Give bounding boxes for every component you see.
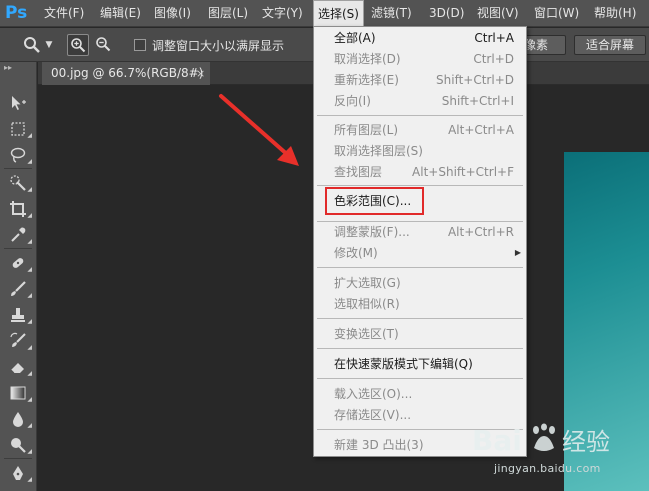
tool-separator: [4, 248, 32, 249]
menu-item-reselect[interactable]: 重新选择(E) Shift+Ctrl+D: [314, 70, 526, 90]
select-menu-dropdown: 全部(A) Ctrl+A 取消选择(D) Ctrl+D 重新选择(E) Shift+C…: [313, 26, 527, 457]
svg-text:Bai: Bai: [472, 424, 522, 457]
menu-window[interactable]: 窗口(W): [530, 0, 583, 27]
menu-separator: [317, 185, 523, 186]
menu-item-deselect-layers[interactable]: 取消选择图层(S): [314, 141, 526, 161]
baidu-watermark-logo: Bai 经验: [472, 423, 610, 457]
tool-group-corner-icon: ◢: [27, 318, 32, 325]
zoom-tool-icon[interactable]: [18, 34, 46, 56]
blur-tool-icon[interactable]: ◢: [6, 408, 32, 430]
menu-item-similar[interactable]: 选取相似(R): [314, 294, 526, 314]
menu-bar: Ps 文件(F) 编辑(E) 图像(I) 图层(L) 文字(Y) 选择(S) 滤…: [0, 0, 649, 27]
tool-group-corner-icon: ◢: [27, 292, 32, 299]
crop-tool-icon[interactable]: ◢: [6, 198, 32, 220]
chevron-down-icon[interactable]: ▼: [44, 34, 54, 56]
menu-item-load-selection[interactable]: 载入选区(O)...: [314, 384, 526, 404]
menu-type[interactable]: 文字(Y): [258, 0, 307, 27]
tool-group-corner-icon: ◢: [27, 132, 32, 139]
tool-group-corner-icon: ◢: [27, 448, 32, 455]
menu-separator: [317, 348, 523, 349]
menu-item-quick-mask[interactable]: 在快速蒙版模式下编辑(Q): [314, 354, 526, 374]
quick-selection-tool-icon[interactable]: ◢: [6, 172, 32, 194]
menu-view[interactable]: 视图(V): [473, 0, 523, 27]
menu-edit[interactable]: 编辑(E): [96, 0, 145, 27]
menu-help[interactable]: 帮助(H): [590, 0, 640, 27]
resize-windows-label: 调整窗口大小以满屏显示: [152, 39, 285, 53]
submenu-arrow-icon: ▶: [514, 248, 521, 257]
tool-group-corner-icon: ◢: [27, 238, 32, 245]
zoom-out-button[interactable]: [92, 34, 114, 56]
menu-item-all-layers[interactable]: 所有图层(L) Alt+Ctrl+A: [314, 120, 526, 140]
document-tab[interactable]: 00.jpg @ 66.7%(RGB/8#) ×: [42, 62, 210, 85]
tool-group-corner-icon: ◢: [27, 476, 32, 483]
annotation-arrow-icon: [219, 94, 299, 166]
tool-group-corner-icon: ◢: [27, 212, 32, 219]
menu-layer[interactable]: 图层(L): [204, 0, 252, 27]
zoom-in-button[interactable]: [67, 34, 89, 56]
menu-separator: [317, 378, 523, 379]
healing-brush-tool-icon[interactable]: ◢: [6, 252, 32, 274]
watermark-url: jingyan.baidu.com: [494, 462, 601, 475]
menu-item-grow[interactable]: 扩大选取(G): [314, 273, 526, 293]
menu-file[interactable]: 文件(F): [40, 0, 88, 27]
photoshop-logo: Ps: [5, 3, 28, 23]
lasso-tool-icon[interactable]: ◢: [6, 144, 32, 166]
clone-stamp-tool-icon[interactable]: ◢: [6, 304, 32, 326]
menu-filter[interactable]: 滤镜(T): [367, 0, 416, 27]
collapse-panel-icon[interactable]: ▸▸: [4, 64, 18, 72]
menu-select[interactable]: 选择(S): [313, 0, 364, 27]
svg-text:经验: 经验: [562, 428, 610, 456]
menu-separator: [317, 115, 523, 116]
tools-panel: ▸▸ ◢ ◢ ◢ ◢ ◢ ◢ ◢ ◢ ◢ ◢ ◢ ◢ ◢ ◢: [0, 62, 37, 491]
tool-group-corner-icon: ◢: [27, 186, 32, 193]
tool-group-corner-icon: ◢: [27, 266, 32, 273]
pen-tool-icon[interactable]: ◢: [6, 462, 32, 484]
tool-separator: [4, 168, 32, 169]
menu-separator: [317, 267, 523, 268]
menu-item-refine-mask[interactable]: 调整蒙版(F)... Alt+Ctrl+R: [314, 222, 526, 242]
tool-group-corner-icon: ◢: [27, 422, 32, 429]
tool-group-corner-icon: ◢: [27, 396, 32, 403]
menu-item-modify[interactable]: 修改(M) ▶: [314, 243, 526, 263]
eraser-tool-icon[interactable]: ◢: [6, 356, 32, 378]
menu-item-transform-selection[interactable]: 变换选区(T): [314, 324, 526, 344]
close-icon[interactable]: ×: [196, 62, 205, 85]
tool-group-corner-icon: ◢: [27, 344, 32, 351]
menu-separator: [317, 318, 523, 319]
resize-windows-checkbox[interactable]: [134, 39, 146, 51]
document-tab-title: 00.jpg @ 66.7%(RGB/8#): [51, 66, 204, 80]
tool-group-corner-icon: ◢: [27, 158, 32, 165]
menu-3d[interactable]: 3D(D): [425, 0, 468, 27]
annotation-highlight-box: [325, 187, 424, 215]
menu-item-inverse[interactable]: 反向(I) Shift+Ctrl+I: [314, 91, 526, 111]
brush-tool-icon[interactable]: ◢: [6, 278, 32, 300]
tool-separator: [4, 458, 32, 459]
menu-item-deselect[interactable]: 取消选择(D) Ctrl+D: [314, 49, 526, 69]
marquee-tool-icon[interactable]: ◢: [6, 118, 32, 140]
gradient-tool-icon[interactable]: ◢: [6, 382, 32, 404]
eyedropper-tool-icon[interactable]: ◢: [6, 224, 32, 246]
menu-item-select-all[interactable]: 全部(A) Ctrl+A: [314, 28, 526, 48]
menu-item-find-layers[interactable]: 查找图层 Alt+Shift+Ctrl+F: [314, 162, 526, 182]
menu-image[interactable]: 图像(I): [150, 0, 195, 27]
tool-group-corner-icon: ◢: [27, 370, 32, 377]
history-brush-tool-icon[interactable]: ◢: [6, 330, 32, 352]
move-tool-icon[interactable]: [6, 92, 30, 114]
fit-screen-button[interactable]: 适合屏幕: [574, 35, 646, 55]
dodge-tool-icon[interactable]: ◢: [6, 434, 32, 456]
